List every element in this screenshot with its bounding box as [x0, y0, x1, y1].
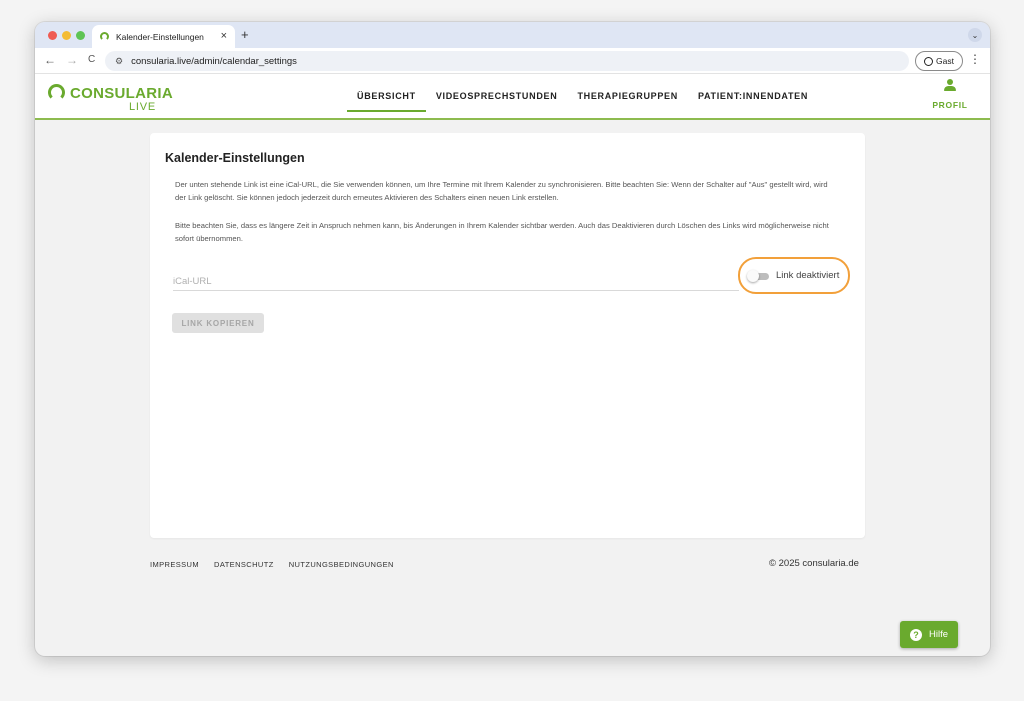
profile-button[interactable]: PROFIL: [932, 79, 968, 113]
logo-ring-icon: [48, 84, 65, 101]
reload-icon[interactable]: C: [88, 54, 95, 65]
tab-strip: Kalender-Einstellungen × + ⌄: [35, 22, 990, 48]
copy-link-button[interactable]: LINK KOPIEREN: [172, 313, 264, 333]
link-toggle-switch[interactable]: [747, 269, 769, 282]
guest-label: Gast: [936, 56, 954, 66]
footer-links: IMPRESSUM DATENSCHUTZ NUTZUNGSBEDINGUNGE…: [150, 560, 394, 569]
nav-uebersicht[interactable]: ÜBERSICHT: [347, 74, 426, 118]
browser-menu-icon[interactable]: ⋮: [969, 53, 981, 65]
toggle-label: Link deaktiviert: [776, 270, 840, 281]
tab-search-dropdown-icon[interactable]: ⌄: [968, 28, 982, 42]
new-tab-button[interactable]: +: [241, 27, 249, 42]
consularia-favicon-icon: [100, 32, 109, 41]
info-paragraph-sync: Der unten stehende Link ist eine iCal-UR…: [175, 180, 828, 202]
tab-close-icon[interactable]: ×: [221, 31, 227, 42]
logo-subtitle: LIVE: [129, 101, 157, 113]
info-paragraph-delay: Bitte beachten Sie, dass es längere Zeit…: [175, 221, 829, 243]
tab-title: Kalender-Einstellungen: [116, 31, 204, 42]
tab-kalender-einstellungen[interactable]: Kalender-Einstellungen ×: [92, 25, 235, 48]
site-settings-icon[interactable]: ⚙: [115, 56, 123, 67]
calendar-settings-card: Kalender-Einstellungen Der unten stehend…: [150, 133, 865, 538]
ical-url-field: [173, 271, 739, 291]
browser-window: Kalender-Einstellungen × + ⌄ ← → C ⚙ con…: [35, 22, 990, 656]
url-text: consularia.live/admin/calendar_settings: [131, 55, 297, 67]
minimize-window-button[interactable]: [62, 31, 71, 40]
toggle-thumb: [747, 269, 759, 282]
copyright-text: © 2025 consularia.de: [769, 558, 859, 569]
maximize-window-button[interactable]: [76, 31, 85, 40]
page-title: Kalender-Einstellungen: [165, 151, 305, 165]
address-bar[interactable]: ⚙ consularia.live/admin/calendar_setting…: [105, 51, 909, 71]
forward-arrow-icon[interactable]: →: [66, 53, 78, 67]
close-window-button[interactable]: [48, 31, 57, 40]
footer-link-impressum[interactable]: IMPRESSUM: [150, 560, 199, 569]
guest-profile-button[interactable]: Gast: [915, 51, 963, 71]
consularia-logo[interactable]: CONSULARIA LIVE: [48, 82, 173, 116]
nav-therapiegruppen[interactable]: THERAPIEGRUPPEN: [567, 74, 688, 118]
browser-toolbar: ← → C ⚙ consularia.live/admin/calendar_s…: [35, 48, 990, 74]
help-button[interactable]: ? Hilfe: [900, 621, 958, 648]
footer-link-nutzungsbedingungen[interactable]: NUTZUNGSBEDINGUNGEN: [289, 560, 394, 569]
person-icon: [944, 79, 956, 92]
site-header: CONSULARIA LIVE ÜBERSICHT VIDEOSPRECHSTU…: [35, 74, 990, 120]
link-toggle-highlight: Link deaktiviert: [738, 257, 850, 294]
ical-url-input[interactable]: [173, 272, 739, 287]
help-label: Hilfe: [928, 629, 948, 640]
logo-wordmark: CONSULARIA: [70, 85, 173, 102]
profile-label: PROFIL: [932, 100, 968, 110]
nav-videosprechstunden[interactable]: VIDEOSPRECHSTUNDEN: [426, 74, 568, 118]
back-arrow-icon[interactable]: ←: [44, 53, 56, 67]
nav-patientinnendaten[interactable]: PATIENT:INNENDATEN: [688, 74, 818, 118]
main-navigation: ÜBERSICHT VIDEOSPRECHSTUNDEN THERAPIEGRU…: [347, 74, 818, 118]
question-circle-icon: ?: [909, 628, 922, 641]
footer-link-datenschutz[interactable]: DATENSCHUTZ: [214, 560, 274, 569]
person-circle-icon: [924, 56, 934, 66]
